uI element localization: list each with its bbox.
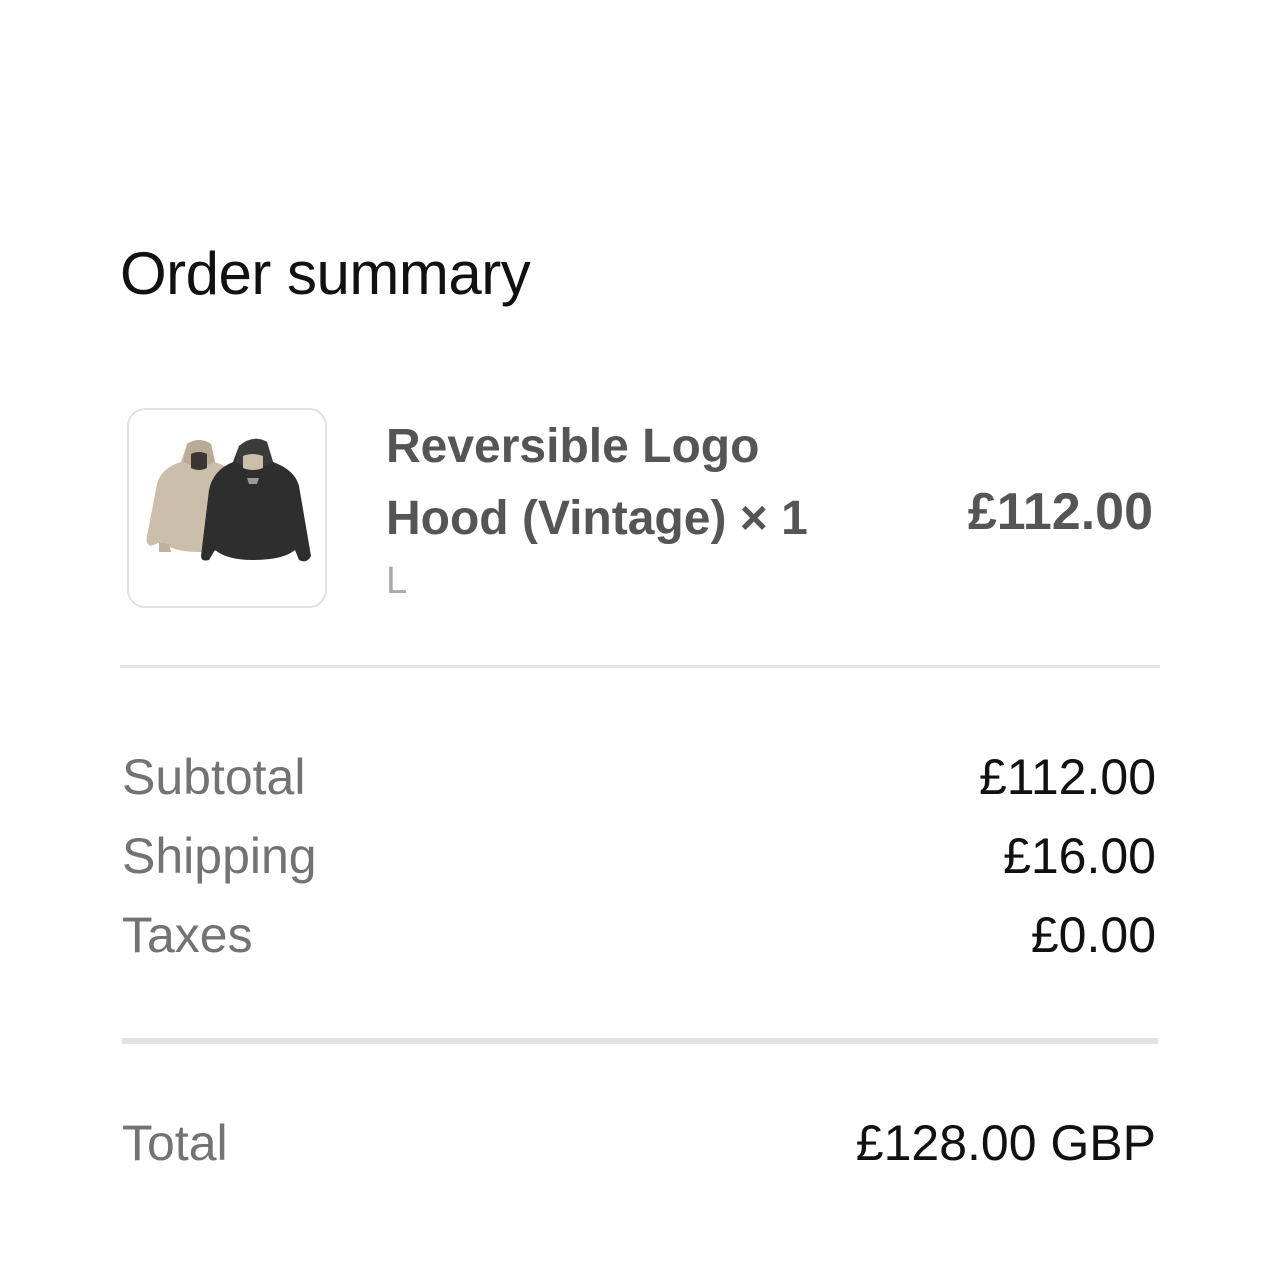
taxes-value: £0.00	[1030, 907, 1156, 963]
subtotal-value: £112.00	[978, 749, 1156, 805]
taxes-row: Taxes £0.00	[122, 904, 1156, 966]
total-row: Total £128.00 GBP	[122, 1112, 1156, 1174]
shipping-value: £16.00	[1003, 828, 1156, 884]
subtotal-label: Subtotal	[122, 749, 306, 805]
divider	[120, 665, 1160, 668]
product-price: £112.00	[967, 483, 1153, 541]
shipping-label: Shipping	[122, 828, 317, 884]
taxes-label: Taxes	[122, 907, 253, 963]
total-value: £128.00 GBP	[855, 1115, 1156, 1171]
shipping-row: Shipping £16.00	[122, 825, 1156, 887]
subtotal-row: Subtotal £112.00	[122, 746, 1156, 808]
product-name: Reversible Logo Hood (Vintage) × 1	[386, 420, 808, 545]
total-label: Total	[122, 1115, 228, 1171]
product-thumbnail	[127, 408, 327, 608]
order-summary-title: Order summary	[120, 240, 531, 307]
divider	[122, 1038, 1158, 1044]
product-variant: L	[386, 560, 408, 602]
hoodie-image-icon	[146, 438, 311, 562]
